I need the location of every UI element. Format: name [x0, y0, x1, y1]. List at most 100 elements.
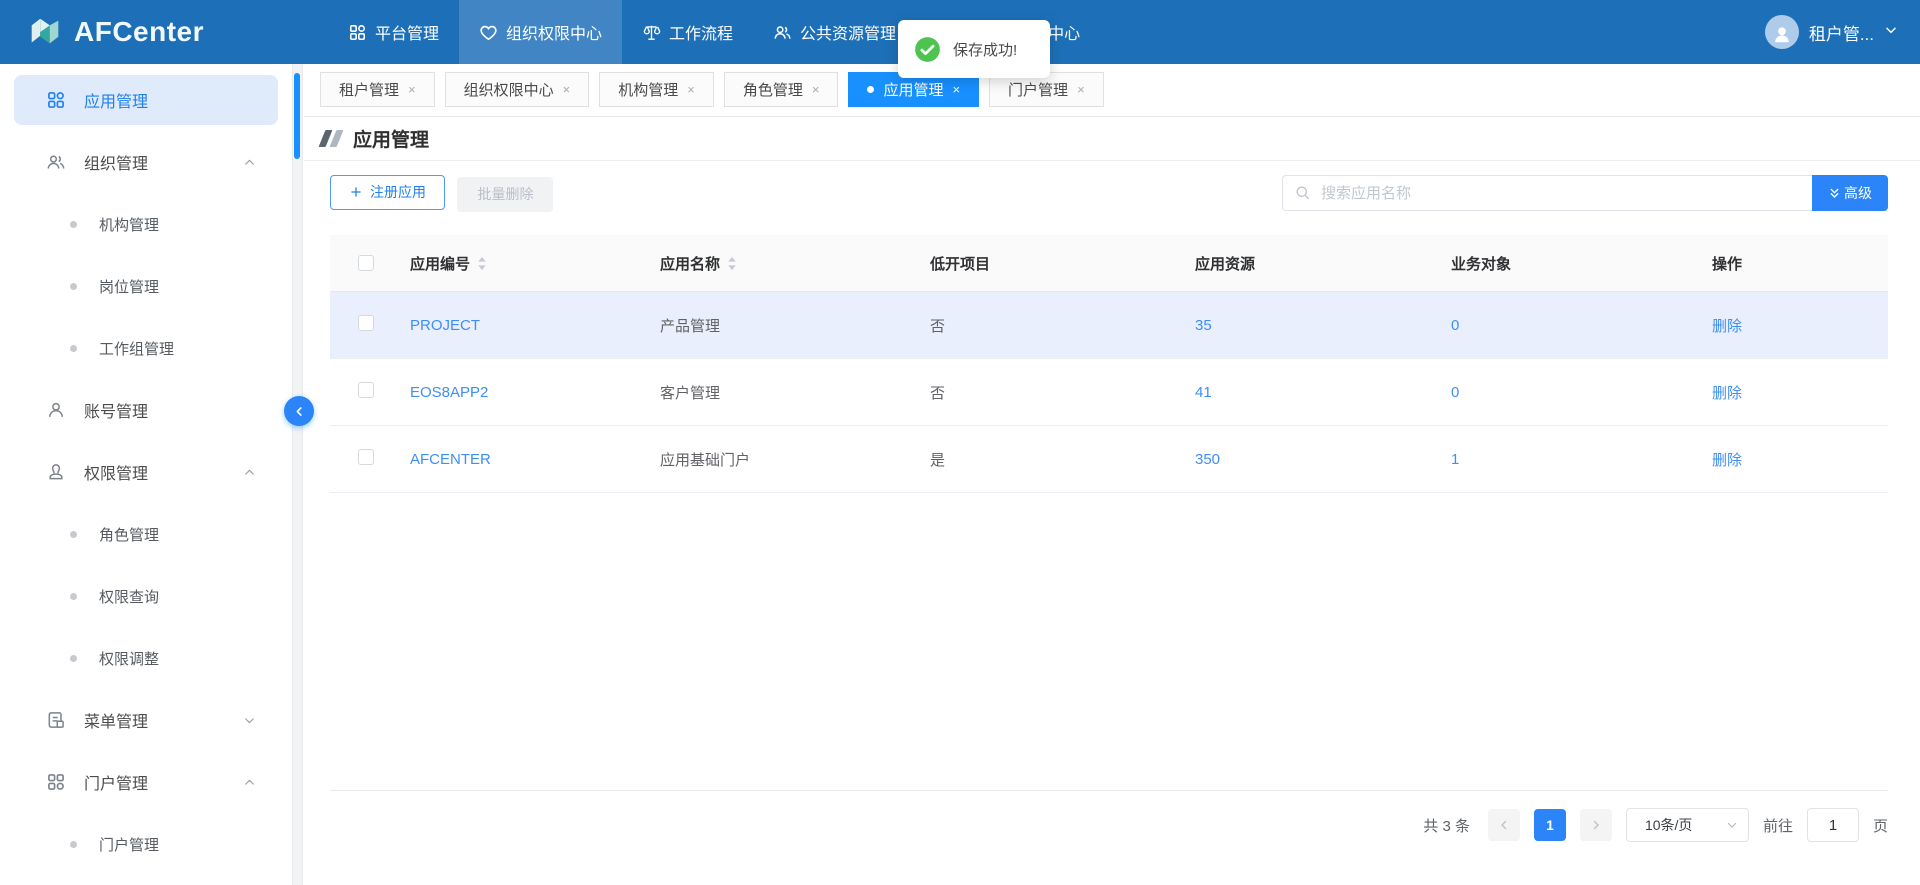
- tab-label: 组织权限中心: [464, 79, 554, 100]
- sidebar-item[interactable]: 应用管理: [14, 75, 278, 125]
- batch-delete-button[interactable]: 批量删除: [457, 177, 553, 212]
- app-resources-link[interactable]: 41: [1195, 384, 1212, 401]
- app-code-link[interactable]: EOS8APP2: [410, 384, 488, 401]
- sidebar-item[interactable]: 权限管理: [14, 447, 278, 497]
- sidebar-item[interactable]: 权限查询: [14, 571, 278, 621]
- sidebar-item[interactable]: 账号管理: [14, 385, 278, 435]
- brand-name: AFCenter: [74, 16, 204, 48]
- tab[interactable]: 机构管理×: [599, 72, 714, 107]
- biz-objects-link[interactable]: 0: [1451, 317, 1459, 334]
- sidebar-item[interactable]: 门户管理: [14, 757, 278, 807]
- close-icon[interactable]: ×: [1077, 83, 1085, 96]
- app-name-text: 客户管理: [660, 385, 720, 402]
- close-icon[interactable]: ×: [563, 83, 571, 96]
- sidebar-item[interactable]: 角色管理: [14, 509, 278, 559]
- app-resources-link[interactable]: 350: [1195, 451, 1220, 468]
- search-input[interactable]: [1282, 175, 1812, 211]
- app-resources-link[interactable]: 35: [1195, 317, 1212, 334]
- page-number-1[interactable]: 1: [1534, 809, 1566, 841]
- column-header[interactable]: 应用编号: [386, 253, 636, 274]
- team-icon: [46, 152, 66, 172]
- nav-item-label: 平台管理: [375, 20, 439, 44]
- row-checkbox[interactable]: [358, 315, 374, 331]
- goto-page-input[interactable]: [1807, 808, 1859, 842]
- doc-icon: [46, 710, 66, 730]
- appstore-icon: [46, 90, 66, 110]
- tab[interactable]: 租户管理×: [320, 72, 435, 107]
- brand[interactable]: AFCenter: [26, 0, 204, 64]
- column-header: 业务对象: [1427, 253, 1688, 274]
- sidebar-item-label: 应用管理: [84, 88, 148, 112]
- page-size-select[interactable]: 10条/页: [1626, 808, 1749, 842]
- sidebar-collapse-button[interactable]: [284, 396, 314, 426]
- pagination: 共 3 条 1 10条/页 前往 页: [1423, 808, 1888, 842]
- table-cell: 35: [1171, 317, 1427, 334]
- close-icon[interactable]: ×: [687, 83, 695, 96]
- delete-link[interactable]: 删除: [1712, 452, 1742, 469]
- next-page-button[interactable]: [1580, 809, 1612, 841]
- sidebar-item-label: 机构管理: [99, 214, 159, 235]
- sort-carets-icon[interactable]: [477, 256, 487, 271]
- biz-objects-link[interactable]: 0: [1451, 384, 1459, 401]
- toast-message: 保存成功!: [953, 39, 1017, 60]
- sidebar-item[interactable]: 权限调整: [14, 633, 278, 683]
- sidebar-item[interactable]: 岗位管理: [14, 261, 278, 311]
- row-check-cell: [330, 315, 386, 335]
- nav-item[interactable]: 平台管理: [328, 0, 459, 64]
- table-body: PROJECT产品管理否350删除EOS8APP2客户管理否410删除AFCEN…: [330, 292, 1888, 493]
- sidebar: 应用管理组织管理机构管理岗位管理工作组管理账号管理权限管理角色管理权限查询权限调…: [0, 64, 292, 885]
- close-icon[interactable]: ×: [812, 83, 820, 96]
- goto-suffix: 页: [1873, 815, 1888, 836]
- nav-item[interactable]: 公共资源管理: [753, 0, 916, 64]
- pagination-divider: [330, 790, 1888, 791]
- app-code-link[interactable]: AFCENTER: [410, 451, 491, 468]
- stamp-icon: [46, 462, 66, 482]
- register-app-button[interactable]: 注册应用: [330, 175, 445, 210]
- sidebar-item[interactable]: 机构管理: [14, 199, 278, 249]
- scrollbar-thumb[interactable]: [294, 73, 300, 159]
- prev-page-button[interactable]: [1488, 809, 1520, 841]
- sidebar-item[interactable]: 工作组管理: [14, 323, 278, 373]
- tab[interactable]: 角色管理×: [724, 72, 839, 107]
- sidebar-item[interactable]: 菜单管理: [14, 695, 278, 745]
- sidebar-item-label: 权限管理: [84, 460, 148, 484]
- column-header-label: 操作: [1712, 253, 1742, 274]
- tab[interactable]: 组织权限中心 ×: [445, 72, 590, 107]
- row-checkbox[interactable]: [358, 382, 374, 398]
- nav-item[interactable]: 组织权限中心: [459, 0, 622, 64]
- table-cell: 删除: [1688, 449, 1888, 470]
- user-menu[interactable]: 租户管...: [1765, 0, 1898, 64]
- sidebar-item[interactable]: 组织管理: [14, 137, 278, 187]
- select-all-cell: [330, 255, 386, 271]
- sidebar-item[interactable]: 门户管理: [14, 819, 278, 869]
- nav-item[interactable]: 工作流程: [622, 0, 753, 64]
- chevron-up-icon: [243, 776, 256, 789]
- low-code-text: 否: [930, 385, 945, 402]
- app-name-text: 产品管理: [660, 318, 720, 335]
- sidebar-item-label: 组织管理: [84, 150, 148, 174]
- biz-objects-link[interactable]: 1: [1451, 451, 1459, 468]
- close-icon[interactable]: ×: [408, 83, 416, 96]
- success-check-icon: [914, 36, 941, 63]
- column-header-label: 业务对象: [1451, 253, 1511, 274]
- app-code-link[interactable]: PROJECT: [410, 317, 480, 334]
- sort-carets-icon[interactable]: [727, 256, 737, 271]
- column-header[interactable]: 应用名称: [636, 253, 906, 274]
- table-cell: 否: [906, 315, 1171, 336]
- delete-link[interactable]: 删除: [1712, 318, 1742, 335]
- column-header-label: 低开项目: [930, 253, 990, 274]
- row-checkbox[interactable]: [358, 449, 374, 465]
- column-header-label: 应用资源: [1195, 253, 1255, 274]
- delete-link[interactable]: 删除: [1712, 385, 1742, 402]
- select-all-checkbox[interactable]: [358, 255, 374, 271]
- table-cell: EOS8APP2: [386, 384, 636, 401]
- main-content: 租户管理×组织权限中心×机构管理×角色管理×应用管理×门户管理× 应用管理 注册…: [304, 64, 1920, 885]
- toast-save-success: 保存成功!: [898, 20, 1050, 78]
- table-cell: 是: [906, 449, 1171, 470]
- tab-label: 门户管理: [1008, 79, 1068, 100]
- advanced-search-button[interactable]: 高级: [1812, 175, 1888, 211]
- chevron-up-icon: [243, 156, 256, 169]
- table-cell: 0: [1427, 317, 1688, 334]
- close-icon[interactable]: ×: [952, 83, 960, 96]
- table-cell: 1: [1427, 451, 1688, 468]
